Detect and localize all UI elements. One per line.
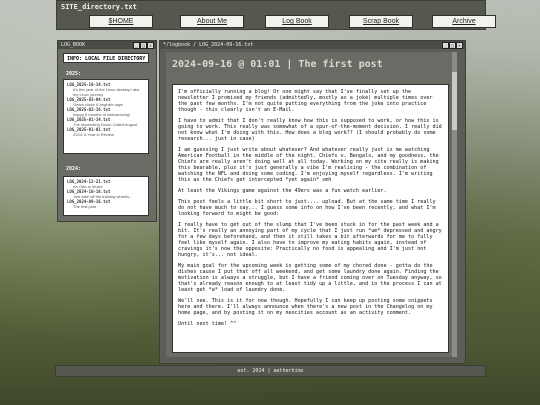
- post-heading: 2024-09-16 @ 01:01 | The first post: [172, 59, 383, 70]
- list-item[interactable]: LOG_2025-03-04.txt Gears clicks & brighte…: [67, 97, 145, 107]
- post-paragraph: This post feels a little bit short to ju…: [178, 198, 436, 217]
- list-item[interactable]: LOG_2025-01-01.txt 2024: A Year in Review: [67, 127, 145, 137]
- post-paragraph: I am guessing I just write about whateve…: [178, 146, 439, 184]
- scrollbar[interactable]: [452, 52, 457, 357]
- log-list-2024: LOG_2024-12-21.txt An Ode to Music LOG_20…: [63, 176, 149, 216]
- post-paragraph: My main goal for the upcoming week is ge…: [178, 262, 442, 294]
- close-icon[interactable]: ×: [147, 42, 154, 49]
- year-label: 2024:: [66, 166, 82, 172]
- post-paragraph: I'm officially running a blog! Or one mi…: [178, 89, 433, 114]
- sidebar-window-title: LOG_BOOK: [61, 42, 86, 48]
- list-item[interactable]: LOG_2025-02-16.txt happy 6 months of webw…: [67, 107, 145, 117]
- list-item[interactable]: LOG_2025-01-14.txt The Impending Doom Cal…: [67, 117, 145, 127]
- post-title-bar: */logbook / LOG_2024-09-16.txt _ □ ×: [160, 41, 465, 49]
- post-body: I'm officially running a blog! Or one mi…: [172, 84, 449, 353]
- info-box: INFO: LOCAL FILE DIRECTORY: [63, 53, 149, 63]
- post-paragraph: I really have to get out of the slump th…: [178, 221, 442, 259]
- year-label: 2025:: [66, 71, 82, 77]
- post-paragraph: I have to admit that I don't really know…: [178, 117, 442, 143]
- nav-home-button[interactable]: $HOME: [89, 15, 153, 28]
- nav-bar: $HOME About Me Log Book Scrap Book Archi…: [89, 15, 517, 28]
- post-paragraph: Until next time! ^^: [178, 320, 237, 327]
- post-paragraph: We'll see. This is it for now though. Ho…: [178, 297, 433, 317]
- logbook-sidebar-window: LOG_BOOK _ □ × INFO: LOCAL FILE DIRECTOR…: [57, 40, 157, 222]
- site-title: SITE_directory.txt: [61, 3, 137, 11]
- nav-logbook-button[interactable]: Log Book: [265, 15, 329, 28]
- maximize-icon[interactable]: □: [140, 42, 147, 49]
- nav-scrapbook-button[interactable]: Scrap Book: [349, 15, 413, 28]
- minimize-icon[interactable]: _: [133, 42, 140, 49]
- site-footer: est. 2024 | aetherhims: [55, 365, 486, 377]
- list-item[interactable]: LOG_2024-12-21.txt An Ode to Music: [67, 179, 145, 189]
- list-item[interactable]: LOG_2025-10-14.txt It's the year of the L…: [67, 82, 145, 97]
- site-header: SITE_directory.txt $HOME About Me Log Bo…: [56, 0, 496, 30]
- close-icon[interactable]: ×: [456, 42, 463, 49]
- list-item[interactable]: LOG_2024-10-18.txt Just take off the trai…: [67, 189, 145, 199]
- minimize-icon[interactable]: _: [442, 42, 449, 49]
- post-window-title: */logbook / LOG_2024-09-16.txt: [163, 42, 254, 48]
- post-content-area: 2024-09-16 @ 01:01 | The first post I'm …: [166, 52, 457, 357]
- post-paragraph: At least the Vikings game against the 49…: [178, 188, 387, 195]
- post-window: */logbook / LOG_2024-09-16.txt _ □ × 202…: [159, 40, 466, 364]
- scrollbar-thumb[interactable]: [452, 72, 457, 130]
- sidebar-title-bar: LOG_BOOK _ □ ×: [58, 41, 156, 49]
- nav-about-button[interactable]: About Me: [180, 15, 244, 28]
- log-list-2025: LOG_2025-10-14.txt It's the year of the L…: [63, 79, 149, 154]
- maximize-icon[interactable]: □: [449, 42, 456, 49]
- nav-archive-button[interactable]: Archive: [432, 15, 496, 28]
- list-item[interactable]: LOG_2024-09-16.txt The first post: [67, 199, 145, 209]
